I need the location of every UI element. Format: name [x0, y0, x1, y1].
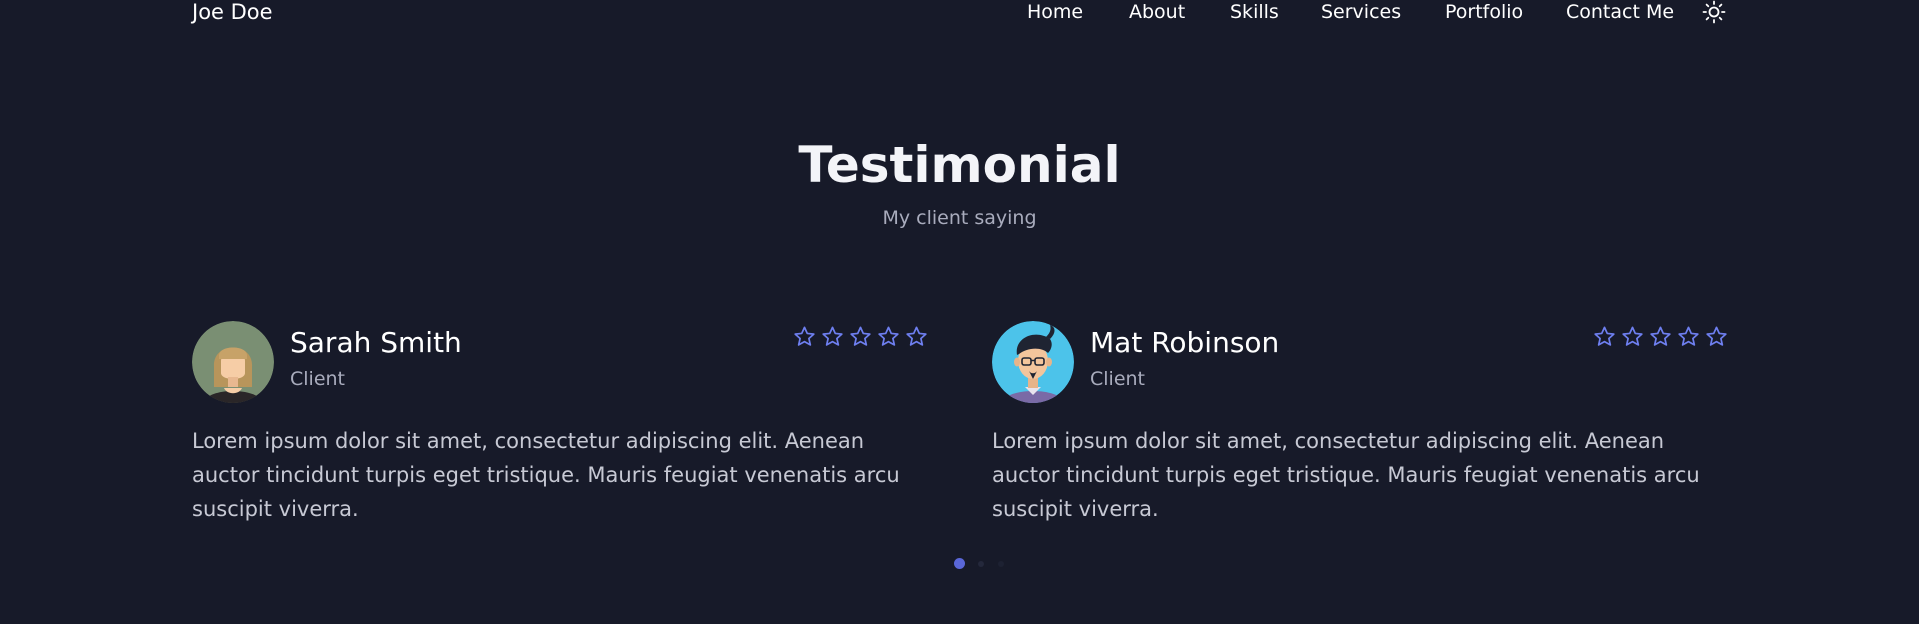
nav-services[interactable]: Services — [1321, 0, 1401, 24]
star-outline-icon — [1622, 326, 1643, 346]
nav-about[interactable]: About — [1129, 0, 1185, 24]
star-outline-icon — [1678, 326, 1699, 346]
pagination-dot-active[interactable] — [954, 558, 965, 569]
pagination-dot[interactable] — [978, 561, 984, 567]
nav-portfolio[interactable]: Portfolio — [1445, 0, 1523, 24]
rating-stars — [793, 325, 928, 351]
nav-menu: Home About Skills Services Portfolio Con… — [0, 0, 1919, 24]
client-role: Client — [290, 368, 346, 390]
nav-contact-me[interactable]: Contact Me — [1566, 0, 1674, 24]
client-role: Client — [1090, 368, 1146, 390]
star-outline-icon — [1594, 326, 1615, 346]
sun-icon[interactable] — [1702, 0, 1726, 24]
pagination-dot[interactable] — [998, 561, 1004, 567]
star-outline-icon — [850, 326, 871, 346]
nav-skills[interactable]: Skills — [1230, 0, 1279, 24]
star-outline-icon — [822, 326, 843, 346]
client-name: Sarah Smith — [290, 326, 462, 359]
client-name: Mat Robinson — [1090, 326, 1280, 359]
rating-stars — [1593, 325, 1728, 351]
carousel-pagination — [0, 558, 1919, 570]
section-subtitle: My client saying — [882, 207, 1037, 229]
nav-home[interactable]: Home — [1027, 0, 1083, 24]
testimonial-card: Sarah Smith Client Lorem ipsum dolor sit… — [192, 321, 928, 531]
star-outline-icon — [1650, 326, 1671, 346]
testimonial-text: Lorem ipsum dolor sit amet, consectetur … — [992, 429, 1700, 521]
star-outline-icon — [1706, 326, 1727, 346]
testimonial-card: Mat Robinson Client Lorem ipsum dolor si… — [992, 321, 1728, 531]
avatar — [992, 321, 1074, 403]
section-title: Testimonial — [798, 136, 1121, 194]
testimonial-text: Lorem ipsum dolor sit amet, consectetur … — [192, 429, 900, 521]
star-outline-icon — [794, 326, 815, 346]
star-outline-icon — [878, 326, 899, 346]
header: Joe Doe Home About Skills Services Portf… — [0, 0, 1919, 30]
avatar — [192, 321, 274, 403]
star-outline-icon — [906, 326, 927, 346]
